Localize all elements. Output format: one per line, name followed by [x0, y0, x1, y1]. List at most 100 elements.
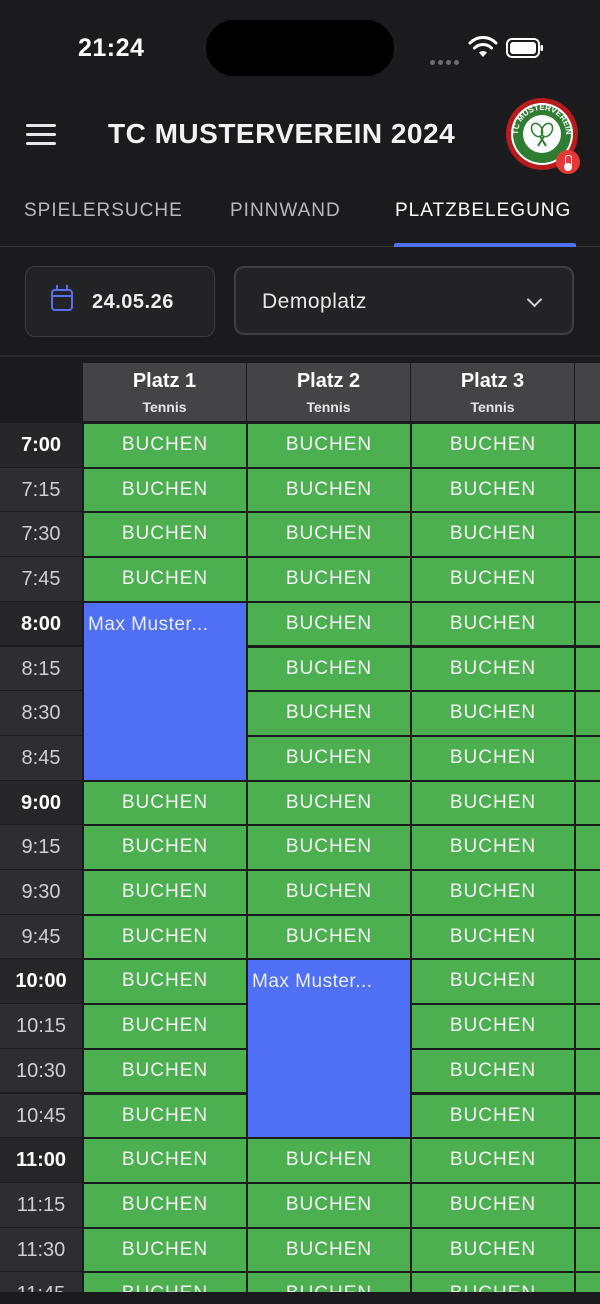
book-slot-partial[interactable]	[575, 870, 600, 915]
book-slot-button[interactable]: BUCHEN	[83, 780, 247, 826]
book-slot-button[interactable]: BUCHEN	[247, 780, 411, 826]
tab-pinnwand[interactable]: PINNWAND	[230, 200, 341, 222]
book-slot-partial[interactable]	[575, 1048, 600, 1094]
book-slot-button[interactable]: BUCHEN	[247, 557, 411, 602]
book-slot-partial[interactable]	[575, 1227, 600, 1273]
book-slot-button[interactable]: BUCHEN	[83, 1093, 247, 1139]
court-select[interactable]: Demoplatz	[234, 266, 574, 335]
book-slot-partial[interactable]	[575, 914, 600, 960]
book-slot-partial[interactable]	[575, 825, 600, 870]
time-label: 10:45	[0, 1093, 82, 1139]
book-slot-button[interactable]: BUCHEN	[83, 557, 247, 602]
court-type: Tennis	[142, 399, 187, 415]
status-time: 21:24	[78, 34, 145, 62]
book-slot-button[interactable]: BUCHEN	[247, 601, 411, 647]
book-slot-button[interactable]: BUCHEN	[411, 1182, 575, 1228]
book-slot-partial[interactable]	[575, 646, 600, 692]
court-type: Tennis	[470, 399, 515, 415]
court-name: Platz 1	[132, 370, 197, 392]
book-slot-button[interactable]: BUCHEN	[247, 825, 411, 870]
date-value: 24.05.26	[92, 291, 174, 313]
chevron-down-icon	[526, 291, 543, 308]
book-slot-button[interactable]: BUCHEN	[411, 646, 575, 692]
book-slot-button[interactable]: BUCHEN	[247, 423, 411, 468]
book-slot-button[interactable]: BUCHEN	[247, 735, 411, 781]
book-slot-button[interactable]: BUCHEN	[247, 1227, 411, 1273]
book-slot-button[interactable]: BUCHEN	[83, 423, 247, 468]
book-slot-button[interactable]: BUCHEN	[411, 1048, 575, 1094]
book-slot-partial[interactable]	[575, 735, 600, 781]
book-slot-button[interactable]: BUCHEN	[411, 1093, 575, 1139]
book-slot-partial[interactable]	[575, 959, 600, 1005]
book-slot-button[interactable]: BUCHEN	[411, 914, 575, 960]
time-label: 10:30	[0, 1048, 82, 1094]
book-slot-partial[interactable]	[575, 467, 600, 513]
book-slot-partial[interactable]	[575, 1093, 600, 1139]
book-slot-button[interactable]: BUCHEN	[247, 691, 411, 736]
dynamic-island	[206, 20, 394, 76]
signal-icon	[430, 52, 462, 70]
book-slot-button[interactable]: BUCHEN	[83, 1227, 247, 1273]
book-slot-button[interactable]: BUCHEN	[411, 780, 575, 826]
book-slot-button[interactable]: BUCHEN	[83, 870, 247, 915]
menu-icon[interactable]	[26, 124, 56, 146]
book-slot-button[interactable]: BUCHEN	[83, 825, 247, 870]
book-slot-button[interactable]: BUCHEN	[247, 870, 411, 915]
calendar-icon	[51, 285, 73, 311]
book-slot-button[interactable]: BUCHEN	[83, 1004, 247, 1049]
tab-bar: SPIELERSUCHE PINNWAND PLATZBELEGUNG	[0, 176, 600, 247]
book-slot-button[interactable]: BUCHEN	[247, 1182, 411, 1228]
book-slot-partial[interactable]	[575, 512, 600, 558]
book-slot-partial[interactable]	[575, 1138, 600, 1183]
tab-spielersuche[interactable]: SPIELERSUCHE	[24, 200, 183, 222]
time-label: 7:30	[0, 512, 82, 558]
time-label: 10:15	[0, 1004, 82, 1049]
date-picker-button[interactable]: 24.05.26	[25, 266, 215, 337]
battery-icon	[506, 38, 543, 58]
book-slot-button[interactable]: BUCHEN	[83, 959, 247, 1005]
book-slot-button[interactable]: BUCHEN	[411, 870, 575, 915]
tab-platzbelegung[interactable]: PLATZBELEGUNG	[395, 200, 571, 222]
book-slot-partial[interactable]	[575, 423, 600, 468]
book-slot-button[interactable]: BUCHEN	[411, 467, 575, 513]
book-slot-partial[interactable]	[575, 1004, 600, 1049]
wifi-icon	[468, 36, 498, 57]
book-slot-button[interactable]: BUCHEN	[83, 512, 247, 558]
book-slot-button[interactable]: BUCHEN	[247, 1138, 411, 1183]
book-slot-partial[interactable]	[575, 601, 600, 647]
time-label: 8:15	[0, 646, 82, 692]
book-slot-button[interactable]: BUCHEN	[247, 467, 411, 513]
book-slot-button[interactable]: BUCHEN	[247, 646, 411, 692]
book-slot-button[interactable]: BUCHEN	[83, 467, 247, 513]
book-slot-button[interactable]: BUCHEN	[83, 1182, 247, 1228]
time-label: 9:00	[0, 780, 82, 826]
book-slot-button[interactable]: BUCHEN	[411, 735, 575, 781]
time-label: 9:30	[0, 870, 82, 915]
book-slot-button[interactable]: BUCHEN	[247, 512, 411, 558]
book-slot-button[interactable]: BUCHEN	[411, 557, 575, 602]
book-slot-button[interactable]: BUCHEN	[411, 691, 575, 736]
book-slot-button[interactable]: BUCHEN	[411, 959, 575, 1005]
book-slot-button[interactable]: BUCHEN	[83, 1048, 247, 1094]
book-slot-partial[interactable]	[575, 557, 600, 602]
book-slot-button[interactable]: BUCHEN	[411, 1004, 575, 1049]
book-slot-button[interactable]: BUCHEN	[411, 825, 575, 870]
book-slot-button[interactable]: BUCHEN	[247, 914, 411, 960]
book-slot-button[interactable]: BUCHEN	[411, 423, 575, 468]
book-slot-button[interactable]: BUCHEN	[83, 1138, 247, 1183]
booking-block[interactable]: Max Muster...	[247, 959, 411, 1139]
filter-bar: 24.05.26 Demoplatz	[0, 247, 600, 357]
book-slot-button[interactable]: BUCHEN	[411, 1138, 575, 1183]
booking-block[interactable]: Max Muster...	[83, 601, 247, 781]
book-slot-button[interactable]: BUCHEN	[83, 914, 247, 960]
time-label: 8:30	[0, 691, 82, 736]
book-slot-button[interactable]: BUCHEN	[411, 1227, 575, 1273]
book-slot-partial[interactable]	[575, 1182, 600, 1228]
thermometer-badge-icon	[556, 150, 580, 174]
book-slot-partial[interactable]	[575, 691, 600, 736]
book-slot-button[interactable]: BUCHEN	[411, 601, 575, 647]
status-bar: 21:24	[0, 0, 600, 96]
book-slot-partial[interactable]	[575, 780, 600, 826]
booking-grid: Platz 1 Tennis Platz 2 Tennis Platz 3 Tennis 7…	[0, 357, 600, 1304]
book-slot-button[interactable]: BUCHEN	[411, 512, 575, 558]
